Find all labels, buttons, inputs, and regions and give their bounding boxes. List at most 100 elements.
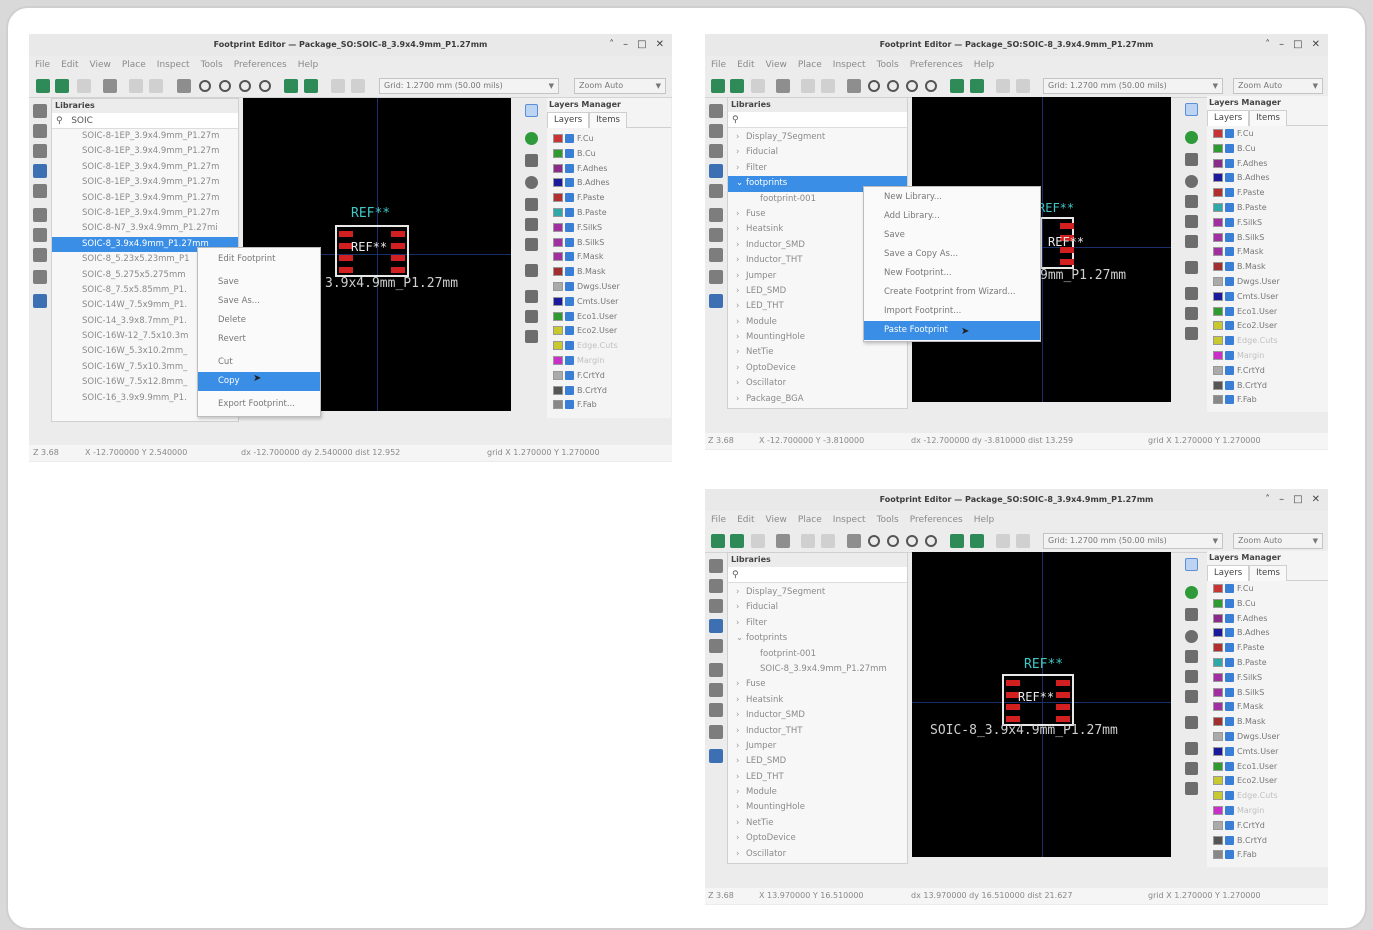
chevron-right-icon[interactable]: › — [736, 269, 746, 284]
layer-row[interactable]: Margin — [547, 354, 671, 369]
chevron-right-icon[interactable]: › — [736, 299, 746, 314]
layer-color-swatch[interactable] — [1213, 835, 1223, 845]
minimize-icon[interactable]: – — [1279, 494, 1284, 505]
units-inch-icon[interactable] — [709, 144, 723, 158]
print-icon[interactable] — [776, 79, 790, 93]
new-footprint-icon[interactable] — [711, 534, 725, 548]
print-icon[interactable] — [776, 534, 790, 548]
layer-visibility-checkbox[interactable] — [565, 341, 574, 351]
menu-edit[interactable]: Edit — [737, 60, 754, 70]
library-tree-item[interactable]: › Oscillator — [728, 847, 907, 862]
zoom-selection-icon[interactable] — [259, 80, 271, 92]
layer-row[interactable]: B.Paste — [547, 206, 671, 221]
add-polygon-icon[interactable] — [1185, 215, 1198, 228]
library-tree-item[interactable]: › LED_THT — [728, 770, 907, 785]
add-line-icon[interactable] — [1185, 153, 1198, 166]
close-icon[interactable]: ✕ — [1312, 39, 1320, 50]
layer-row[interactable]: F.Fab — [1207, 393, 1328, 408]
add-pad-icon[interactable] — [525, 132, 538, 145]
add-circle-icon[interactable] — [525, 176, 538, 189]
grid-select[interactable]: Grid: 1.2700 mm (50.00 mils) ▼ — [1043, 78, 1223, 94]
layer-color-swatch[interactable] — [553, 296, 563, 306]
layer-row[interactable]: F.Cu — [1207, 127, 1328, 142]
polar-coords-icon[interactable] — [709, 124, 723, 138]
zoom-out-icon[interactable] — [887, 535, 899, 547]
footprint-canvas[interactable]: REF** REF** SOIC-8_3.9x4.9mm_P1.27mm — [912, 552, 1171, 857]
library-tree-item[interactable]: › Filter — [728, 161, 907, 176]
library-tree-item[interactable]: › Inductor_THT — [728, 724, 907, 739]
layer-color-swatch[interactable] — [1213, 850, 1223, 860]
zoom-in-icon[interactable] — [868, 80, 880, 92]
layer-visibility-checkbox[interactable] — [1225, 365, 1234, 375]
layer-color-swatch[interactable] — [553, 281, 563, 291]
library-tree-item[interactable]: ⌄ footprints — [728, 631, 907, 646]
check-footprint-icon[interactable] — [970, 79, 984, 93]
add-polygon-icon[interactable] — [525, 218, 538, 231]
footprint-tree-item[interactable]: footprint-001 — [728, 647, 907, 662]
layer-color-swatch[interactable] — [553, 370, 563, 380]
units-inch-icon[interactable] — [709, 599, 723, 613]
layer-visibility-checkbox[interactable] — [1225, 672, 1234, 682]
chevron-right-icon[interactable]: › — [736, 345, 746, 360]
layer-row[interactable]: Eco2.User — [1207, 774, 1328, 789]
check-footprint-icon[interactable] — [970, 534, 984, 548]
layer-row[interactable]: B.Adhes — [1207, 171, 1328, 186]
layer-row[interactable]: F.Mask — [547, 250, 671, 265]
library-tree-item[interactable]: › Fuse — [728, 677, 907, 692]
undo-icon[interactable] — [801, 534, 815, 548]
layer-color-swatch[interactable] — [1213, 380, 1223, 390]
cursor-shape-icon[interactable] — [709, 639, 723, 653]
layer-visibility-checkbox[interactable] — [1225, 687, 1234, 697]
menu-edit[interactable]: Edit — [737, 515, 754, 525]
library-search-field[interactable]: ⚲ SOIC — [52, 113, 238, 129]
layer-row[interactable]: Eco1.User — [547, 310, 671, 325]
layer-visibility-checkbox[interactable] — [1225, 129, 1234, 138]
layer-visibility-checkbox[interactable] — [1225, 188, 1234, 198]
menu-help[interactable]: Help — [974, 515, 995, 525]
zoom-selection-icon[interactable] — [925, 80, 937, 92]
layer-color-swatch[interactable] — [553, 134, 563, 143]
text-outline-icon[interactable] — [33, 228, 47, 242]
library-tree-item[interactable]: › Display_7Segment — [728, 585, 907, 600]
menu-inspect[interactable]: Inspect — [833, 60, 866, 70]
add-text-icon[interactable] — [525, 238, 538, 251]
layer-visibility-checkbox[interactable] — [565, 296, 574, 306]
polar-coords-icon[interactable] — [709, 579, 723, 593]
library-tree-item[interactable]: › Fiducial — [728, 600, 907, 615]
layer-visibility-checkbox[interactable] — [565, 193, 574, 203]
grid-origin-icon[interactable] — [1185, 762, 1198, 775]
chevron-right-icon[interactable]: › — [736, 677, 746, 692]
layer-row[interactable]: B.Cu — [547, 147, 671, 162]
menu-tools[interactable]: Tools — [877, 60, 899, 70]
layer-row[interactable]: Eco2.User — [1207, 319, 1328, 334]
layer-row[interactable]: F.SilkS — [1207, 671, 1328, 686]
context-menu-item[interactable]: Save — [198, 273, 320, 292]
layer-row[interactable]: Cmts.User — [1207, 290, 1328, 305]
library-tree-item[interactable]: › Filter — [728, 616, 907, 631]
polar-coords-icon[interactable] — [33, 124, 47, 138]
graphic-outline-icon[interactable] — [709, 248, 723, 262]
context-menu-item[interactable]: Import Footprint... — [864, 302, 1040, 321]
units-mm-icon[interactable] — [709, 619, 723, 633]
footprint-list-item[interactable]: SOIC-8-1EP_3.9x4.9mm_P1.27m — [52, 144, 238, 159]
layer-color-swatch[interactable] — [1213, 805, 1223, 815]
layer-row[interactable]: B.SilkS — [1207, 686, 1328, 701]
add-polygon-icon[interactable] — [1185, 670, 1198, 683]
layer-visibility-checkbox[interactable] — [1225, 850, 1234, 860]
layer-row[interactable]: Cmts.User — [1207, 745, 1328, 760]
footprint-properties-icon[interactable] — [950, 79, 964, 93]
context-menu-item[interactable]: Paste Footprint — [864, 321, 1040, 340]
zoom-select[interactable]: Zoom Auto ▼ — [1233, 533, 1323, 549]
layer-visibility-checkbox[interactable] — [1225, 247, 1234, 257]
layer-visibility-checkbox[interactable] — [1225, 835, 1234, 845]
layer-color-swatch[interactable] — [553, 222, 563, 232]
layer-row[interactable]: B.Paste — [1207, 201, 1328, 216]
redo-icon[interactable] — [149, 79, 163, 93]
menu-file[interactable]: File — [35, 60, 50, 70]
chevron-right-icon[interactable]: › — [736, 739, 746, 754]
layer-visibility-checkbox[interactable] — [1225, 380, 1234, 390]
chevron-right-icon[interactable]: › — [736, 800, 746, 815]
measure-icon[interactable] — [1185, 327, 1198, 340]
footprint-properties-icon[interactable] — [950, 534, 964, 548]
layer-color-swatch[interactable] — [1213, 158, 1223, 168]
